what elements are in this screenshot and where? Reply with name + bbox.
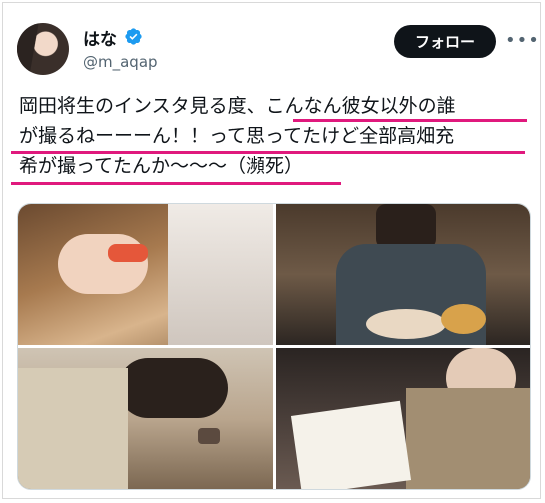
photo-man-reading-menu[interactable] [276, 348, 530, 489]
avatar[interactable] [17, 23, 69, 75]
verified-badge-icon [125, 28, 142, 45]
media-grid [17, 203, 531, 490]
highlight-underline [293, 119, 527, 122]
follow-button[interactable]: フォロー [394, 25, 496, 58]
display-name[interactable]: はな [83, 25, 117, 50]
tweet-text-line: が撮るねーーーん！！って思ってたけど全部高畑充 [19, 125, 455, 147]
tweet-text-line: 希が撮ってたんか〜〜〜（瀕死） [19, 155, 304, 177]
highlight-underline [11, 182, 341, 185]
user-handle[interactable]: @m_aqap [83, 53, 158, 71]
tweet-text: 岡田将生のインスタ見る度、こんなん彼女以外の誰 が撮るねーーーん！！って思ってた… [19, 91, 533, 181]
highlight-underline [11, 151, 525, 154]
tweet-text-line: 岡田将生のインスタ見る度、こんなん彼女以外の誰 [19, 95, 456, 117]
photo-sushi[interactable] [18, 204, 273, 345]
more-options-icon[interactable]: ••• [505, 27, 539, 55]
tweet-card: はな @m_aqap フォロー ••• 岡田将生のインスタ見る度、こんなん彼女以… [2, 2, 541, 499]
photo-man-eating-soup[interactable] [276, 204, 530, 345]
photo-man-drinking[interactable] [18, 348, 273, 489]
